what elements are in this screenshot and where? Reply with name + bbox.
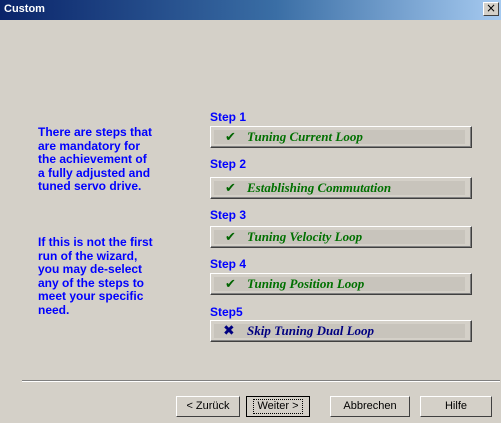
next-button[interactable]: Weiter > — [246, 396, 310, 417]
cancel-button[interactable]: Abbrechen — [330, 396, 410, 417]
back-button[interactable]: < Zurück — [176, 396, 240, 417]
step-5-button[interactable]: ✖ Skip Tuning Dual Loop — [210, 320, 472, 342]
info-line: any of the steps to — [38, 275, 145, 290]
intro-paragraph: There are steps that are mandatory for t… — [38, 125, 188, 194]
step-2-text: Establishing Commutation — [247, 180, 392, 195]
intro-line: the achievement of — [38, 152, 147, 166]
step-3-text: Tuning Velocity Loop — [247, 229, 363, 244]
title-bar: Custom × — [0, 0, 501, 20]
step-5-text: Skip Tuning Dual Loop — [247, 323, 375, 338]
step-3-button[interactable]: ✔ Tuning Velocity Loop — [210, 226, 472, 248]
step-4-text: Tuning Position Loop — [247, 276, 365, 291]
check-icon: ✔ — [225, 230, 236, 245]
info-line: meet your specific — [38, 289, 144, 303]
check-icon: ✔ — [225, 181, 236, 196]
next-button-label: Weiter > — [253, 399, 303, 414]
step-4-button[interactable]: ✔ Tuning Position Loop — [210, 273, 472, 295]
check-icon: ✔ — [225, 130, 236, 145]
step-1-label: Step 1 — [210, 110, 247, 124]
info-line: you may de-select — [38, 262, 143, 276]
window-title: Custom — [4, 3, 45, 15]
info-paragraph: If this is not the first run of the wiza… — [38, 235, 188, 317]
intro-line: a fully adjusted and — [38, 165, 151, 180]
step-2-button[interactable]: ✔ Establishing Commutation — [210, 177, 472, 199]
step-4-label: Step 4 — [210, 257, 247, 271]
step-3-label: Step 3 — [210, 208, 247, 222]
step-2-label: Step 2 — [210, 157, 247, 171]
intro-line: There are steps that — [38, 125, 153, 139]
check-icon: ✔ — [225, 277, 236, 292]
help-button[interactable]: Hilfe — [420, 396, 492, 417]
info-line: need. — [38, 302, 70, 317]
separator — [22, 380, 500, 382]
step-5-label: Step5 — [210, 305, 243, 319]
intro-line: are mandatory for — [38, 138, 141, 153]
info-line: If this is not the first — [38, 235, 153, 249]
step-1-text: Tuning Current Loop — [247, 129, 363, 144]
close-button[interactable]: × — [483, 2, 499, 16]
close-icon: × — [485, 1, 497, 15]
info-line: run of the wizard, — [38, 248, 138, 263]
x-icon: ✖ — [223, 323, 235, 339]
intro-line: tuned servo drive. — [38, 179, 142, 193]
step-1-button[interactable]: ✔ Tuning Current Loop — [210, 126, 472, 148]
